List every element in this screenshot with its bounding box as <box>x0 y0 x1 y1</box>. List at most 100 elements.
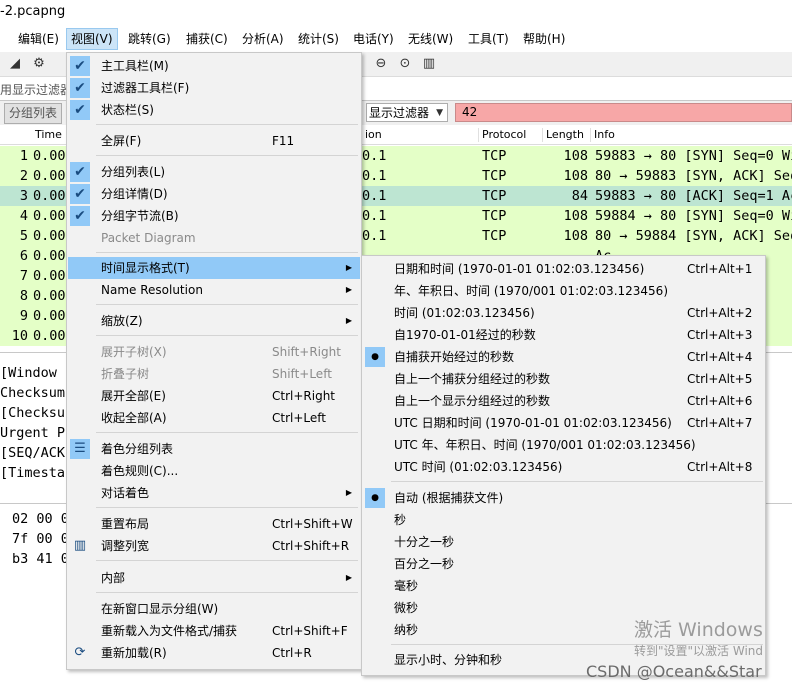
detail-line[interactable]: [Window <box>0 363 57 383</box>
submenu-item-year-doy-time[interactable]: 年、年积日、时间 (1970/001 01:02:03.123456) <box>363 280 764 302</box>
submenu-item-date-time[interactable]: 日期和时间 (1970-01-01 01:02:03.123456) Ctrl+… <box>363 258 764 280</box>
cell-protocol: TCP <box>482 188 507 204</box>
menu-item-label: 重新加载(R) <box>101 646 167 660</box>
menu-item-packet-list[interactable]: ✔ 分组列表(L) <box>68 161 360 183</box>
cell-destination: 0.1 <box>362 208 387 224</box>
submenu-item-precision-seconds[interactable]: 秒 <box>363 509 764 531</box>
menu-capture[interactable]: 捕获(C) <box>182 28 232 50</box>
menu-item-show-packet-new-window[interactable]: 在新窗口显示分组(W) <box>68 598 360 620</box>
menu-item-colorize-conversation[interactable]: 对话着色 ▶ <box>68 482 360 504</box>
menu-item-expand-all[interactable]: 展开全部(E) Ctrl+Right <box>68 385 360 407</box>
menu-item-packet-details[interactable]: ✔ 分组详情(D) <box>68 183 360 205</box>
submenu-item-since-prev-displayed[interactable]: 自上一个显示分组经过的秒数 Ctrl+Alt+6 <box>363 390 764 412</box>
menu-view[interactable]: 视图(V) <box>66 28 118 50</box>
windows-activation-watermark: 激活 Windows <box>634 619 763 641</box>
submenu-item-since-prev-captured[interactable]: 自上一个捕获分组经过的秒数 Ctrl+Alt+5 <box>363 368 764 390</box>
resize-columns-icon[interactable]: ▥ <box>420 55 438 73</box>
menu-item-zoom[interactable]: 缩放(Z) ▶ <box>68 310 360 332</box>
windows-activation-hint: 转到"设置"以激活 Wind <box>634 644 764 658</box>
cell-no: 3 <box>19 188 28 204</box>
submenu-item-seconds-since-epoch[interactable]: 自1970-01-01经过的秒数 Ctrl+Alt+3 <box>363 324 764 346</box>
menu-item-reload[interactable]: ⟳ 重新加载(R) Ctrl+R <box>68 642 360 664</box>
menu-item-collapse-all[interactable]: 收起全部(A) Ctrl+Left <box>68 407 360 429</box>
submenu-item-precision-deciseconds[interactable]: 十分之一秒 <box>363 531 764 553</box>
detail-line[interactable]: [Timesta <box>0 463 65 483</box>
submenu-item-utc-time[interactable]: UTC 时间 (01:02:03.123456) Ctrl+Alt+8 <box>363 456 764 478</box>
menu-item-reload-as-file-format[interactable]: 重新载入为文件格式/捕获 Ctrl+Shift+F <box>68 620 360 642</box>
submenu-item-utc-date-time[interactable]: UTC 日期和时间 (1970-01-01 01:02:03.123456) C… <box>363 412 764 434</box>
menu-item-filter-toolbar[interactable]: ✔ 过滤器工具栏(F) <box>68 77 360 99</box>
menu-help[interactable]: 帮助(H) <box>519 28 569 50</box>
menu-analyze[interactable]: 分析(A) <box>238 28 288 50</box>
packet-list-scope-button[interactable]: 分组列表 <box>4 103 63 124</box>
detail-line[interactable]: Urgent P <box>0 423 65 443</box>
menu-edit[interactable]: 编辑(E) <box>14 28 63 50</box>
menu-item-main-toolbar[interactable]: ✔ 主工具栏(M) <box>68 55 360 77</box>
colorize-icon: ☰ <box>70 439 90 459</box>
menu-tools[interactable]: 工具(T) <box>464 28 513 50</box>
display-filter-input[interactable]: 用显示过滤器 <box>0 81 72 98</box>
detail-line[interactable]: [Checksu <box>0 403 65 423</box>
cell-info: 59883 → 80 [ACK] Seq=1 Ac <box>595 188 792 204</box>
menu-item-reset-layout[interactable]: 重置布局 Ctrl+Shift+W <box>68 513 360 535</box>
submenu-item-label: 日期和时间 (1970-01-01 01:02:03.123456) <box>394 262 645 276</box>
bytes-line[interactable]: 7f 00 0 <box>12 529 69 549</box>
zoom-out-icon[interactable]: ⊖ <box>372 55 390 73</box>
menu-statistics[interactable]: 统计(S) <box>294 28 343 50</box>
menu-item-full-screen[interactable]: 全屏(F) F11 <box>68 130 360 152</box>
col-head-protocol[interactable]: Protocol <box>478 128 526 142</box>
submenu-item-seconds-since-capture-start[interactable]: ● 自捕获开始经过的秒数 Ctrl+Alt+4 <box>363 346 764 368</box>
detail-line[interactable]: Checksum <box>0 383 65 403</box>
cell-no: 2 <box>19 168 28 184</box>
menu-item-internals[interactable]: 内部 ▶ <box>68 567 360 589</box>
options-gear-icon[interactable]: ⚙ <box>30 55 48 73</box>
search-type-select[interactable]: 显示过滤器 ▼ <box>366 103 448 122</box>
menu-item-shortcut: Ctrl+Shift+R <box>272 539 350 553</box>
cell-length: 108 <box>563 208 588 224</box>
detail-line[interactable]: [SEQ/ACK <box>0 443 65 463</box>
submenu-item-precision-milliseconds[interactable]: 毫秒 <box>363 575 764 597</box>
col-head-destination[interactable]: ion <box>362 128 382 142</box>
checkmark-icon: ✔ <box>70 162 90 182</box>
col-head-info[interactable]: Info <box>590 128 615 142</box>
menu-telephony[interactable]: 电话(Y) <box>349 28 398 50</box>
menu-item-label: 展开全部(E) <box>101 389 166 403</box>
menu-wireless[interactable]: 无线(W) <box>404 28 457 50</box>
menu-item-time-display-format[interactable]: 时间显示格式(T) ▶ <box>68 257 360 279</box>
menu-item-collapse-subtrees[interactable]: 折叠子树 Shift+Left <box>68 363 360 385</box>
menu-item-packet-bytes[interactable]: ✔ 分组字节流(B) <box>68 205 360 227</box>
bytes-line[interactable]: 02 00 0 <box>12 509 69 529</box>
zoom-reset-icon[interactable]: ⊙ <box>396 55 414 73</box>
bytes-line[interactable]: b3 41 0 <box>12 549 69 569</box>
submenu-item-utc-year-doy-time[interactable]: UTC 年、年积日、时间 (1970/001 01:02:03.123456) <box>363 434 764 456</box>
menu-separator <box>96 507 358 508</box>
submenu-item-shortcut: Ctrl+Alt+2 <box>687 306 753 320</box>
menu-go[interactable]: 跳转(G) <box>124 28 175 50</box>
submenu-item-precision-auto[interactable]: ● 自动 (根据捕获文件) <box>363 487 764 509</box>
menu-item-expand-subtrees[interactable]: 展开子树(X) Shift+Right <box>68 341 360 363</box>
menu-item-name-resolution[interactable]: Name Resolution ▶ <box>68 279 360 301</box>
menu-item-packet-diagram[interactable]: Packet Diagram <box>68 227 360 249</box>
menu-item-resize-columns[interactable]: ▥ 调整列宽 Ctrl+Shift+R <box>68 535 360 557</box>
menu-item-status-bar[interactable]: ✔ 状态栏(S) <box>68 99 360 121</box>
cell-protocol: TCP <box>482 168 507 184</box>
checkmark-icon: ✔ <box>70 100 90 120</box>
submenu-item-time-of-day[interactable]: 时间 (01:02:03.123456) Ctrl+Alt+2 <box>363 302 764 324</box>
menu-separator <box>96 432 358 433</box>
search-input[interactable]: 42 <box>455 103 792 122</box>
submenu-arrow-icon: ▶ <box>345 573 352 582</box>
menu-item-label: 收起全部(A) <box>101 411 167 425</box>
cell-protocol: TCP <box>482 208 507 224</box>
search-type-value: 显示过滤器 <box>369 106 430 120</box>
menu-separator <box>96 155 358 156</box>
menu-item-colorize-packet-list[interactable]: ☰ 着色分组列表 <box>68 438 360 460</box>
col-head-time[interactable]: Time <box>32 128 62 142</box>
col-head-length[interactable]: Length <box>542 128 584 142</box>
menu-item-label: 在新窗口显示分组(W) <box>101 602 219 616</box>
radio-selected-icon: ● <box>365 347 385 367</box>
submenu-item-precision-centiseconds[interactable]: 百分之一秒 <box>363 553 764 575</box>
fin-icon[interactable]: ◢ <box>6 55 24 73</box>
submenu-item-shortcut: Ctrl+Alt+8 <box>687 460 753 474</box>
menu-item-label: 分组列表(L) <box>101 165 166 179</box>
menu-item-coloring-rules[interactable]: 着色规则(C)... <box>68 460 360 482</box>
